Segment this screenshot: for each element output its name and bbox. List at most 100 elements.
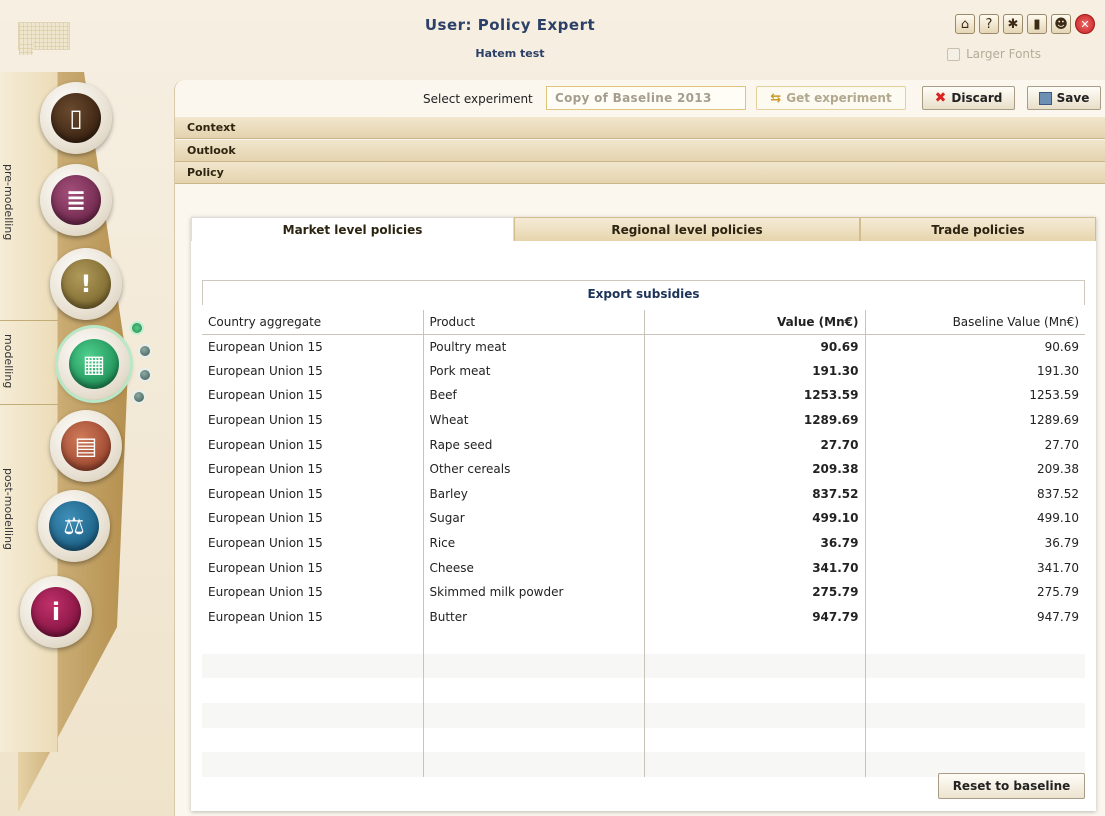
help-icon[interactable]: ?	[979, 14, 999, 34]
cell-country: European Union 15	[202, 555, 424, 580]
cell-country: European Union 15	[202, 432, 424, 457]
larger-fonts-label: Larger Fonts	[966, 47, 1041, 61]
bug-icon[interactable]: ✱	[1003, 14, 1023, 34]
cell-value[interactable]: 27.70	[644, 432, 866, 457]
save-label: Save	[1056, 91, 1090, 105]
users-icon[interactable]: ☻	[1051, 14, 1071, 34]
cell-value[interactable]: 36.79	[644, 530, 866, 556]
empty-cell	[644, 629, 866, 654]
cell-product: Rape seed	[423, 432, 645, 457]
accordion-policy[interactable]: Policy	[175, 162, 1105, 184]
discard-icon: ✖	[934, 90, 947, 106]
modelling-step-dot[interactable]	[132, 390, 146, 404]
page-title: User: Policy Expert	[424, 16, 596, 34]
table-row[interactable]: European Union 15 Rape seed 27.70 27.70	[202, 432, 1085, 457]
cell-value[interactable]: 499.10	[644, 506, 866, 531]
close-icon[interactable]: ✕	[1075, 14, 1095, 34]
cell-country: European Union 15	[202, 456, 424, 482]
get-experiment-icon: ⇆	[770, 90, 782, 106]
books-icon: ≣	[51, 175, 101, 225]
nav-clipboard-button[interactable]: ▯	[40, 82, 112, 154]
calculator-icon: ▦	[69, 339, 119, 389]
home-icon[interactable]: ⌂	[955, 14, 975, 34]
cell-baseline-value: 90.69	[1044, 339, 1079, 354]
cell-value[interactable]: 90.69	[644, 334, 866, 359]
accordion-context[interactable]: Context	[175, 117, 1105, 139]
table-row[interactable]: European Union 15 Wheat 1289.69 1289.69	[202, 407, 1085, 433]
table-row[interactable]: European Union 15 Butter 947.79 947.79	[202, 604, 1085, 630]
tab-regional-level-policies[interactable]: Regional level policies	[514, 217, 860, 241]
cell-baseline-value: 1289.69	[1029, 413, 1079, 428]
cell-baseline-value: 191.30	[1037, 363, 1079, 378]
empty-cell	[202, 702, 424, 728]
column-header-country[interactable]: Country aggregate	[202, 310, 424, 335]
column-header-baseline[interactable]: Baseline Value (Mn€)	[865, 310, 1085, 335]
cell-country: European Union 15	[202, 407, 424, 433]
empty-cell	[423, 629, 645, 654]
cell-value[interactable]: 1253.59	[644, 383, 866, 408]
cell-value[interactable]: 837.52	[644, 481, 866, 507]
tab-market-level-policies[interactable]: Market level policies	[191, 217, 514, 241]
app-logo	[18, 22, 70, 55]
workflow-nav: pre-modelling modelling post-modelling ▯…	[0, 72, 168, 816]
table-row[interactable]: European Union 15 Barley 837.52 837.52	[202, 481, 1085, 507]
cell-product: Wheat	[423, 407, 645, 433]
nav-info-button[interactable]: i	[20, 576, 92, 648]
nav-chart-button[interactable]: ▤	[50, 410, 122, 482]
larger-fonts-toggle[interactable]: Larger Fonts	[947, 47, 1041, 61]
cell-product: Rice	[423, 530, 645, 556]
save-button[interactable]: Save	[1027, 86, 1101, 110]
column-header-product[interactable]: Product	[423, 310, 645, 335]
column-header-value[interactable]: Value (Mn€)	[644, 310, 866, 335]
cell-baseline-value: 947.79	[1037, 609, 1079, 624]
plug-icon[interactable]: ▮	[1027, 14, 1047, 34]
cell-value[interactable]: 947.79	[644, 604, 866, 630]
cell-value[interactable]: 275.79	[644, 579, 866, 605]
cell-baseline-value: 27.70	[1044, 437, 1079, 452]
cell-value[interactable]: 209.38	[644, 456, 866, 482]
table-title: Export subsidies	[202, 280, 1085, 305]
cell-baseline-value: 36.79	[1044, 536, 1079, 551]
table-row[interactable]: European Union 15 Pork meat 191.30 191.30	[202, 358, 1085, 384]
cell-product: Pork meat	[423, 358, 645, 384]
cell-country: European Union 15	[202, 506, 424, 531]
larger-fonts-checkbox[interactable]	[947, 47, 961, 61]
policy-tabs-panel: Market level policies Regional level pol…	[191, 217, 1096, 811]
cell-value[interactable]: 191.30	[644, 358, 866, 384]
empty-cell	[202, 727, 424, 753]
empty-row	[202, 702, 1085, 728]
modelling-step-dot[interactable]	[138, 368, 152, 382]
experiment-field[interactable]: Copy of Baseline 2013	[546, 86, 746, 110]
main-panel: Select experiment Copy of Baseline 2013 …	[174, 80, 1105, 816]
cell-value[interactable]: 1289.69	[644, 407, 866, 433]
accordion-outlook[interactable]: Outlook	[175, 140, 1105, 162]
get-experiment-button[interactable]: ⇆ Get experiment	[756, 86, 906, 110]
empty-cell	[865, 702, 1085, 728]
cell-baseline-value: 837.52	[1037, 486, 1079, 501]
cell-product: Cheese	[423, 555, 645, 580]
cell-product: Barley	[423, 481, 645, 507]
nav-divider	[0, 320, 58, 321]
cell-value[interactable]: 341.70	[644, 555, 866, 580]
cell-product: Skimmed milk powder	[423, 579, 645, 605]
reset-to-baseline-button[interactable]: Reset to baseline	[938, 773, 1085, 799]
nav-thermometer-button[interactable]: ǃ	[50, 248, 122, 320]
table-row[interactable]: European Union 15 Beef 1253.59 1253.59	[202, 383, 1085, 408]
cell-country: European Union 15	[202, 334, 424, 359]
table-row[interactable]: European Union 15 Sugar 499.10 499.10	[202, 506, 1085, 531]
modelling-step-dot[interactable]	[138, 344, 152, 358]
modelling-step-dot[interactable]	[130, 321, 144, 335]
table-row[interactable]: European Union 15 Skimmed milk powder 275.…	[202, 579, 1085, 605]
nav-books-button[interactable]: ≣	[40, 164, 112, 236]
table-row[interactable]: European Union 15 Rice 36.79 36.79	[202, 530, 1085, 556]
tab-trade-policies[interactable]: Trade policies	[860, 217, 1096, 241]
table-row[interactable]: European Union 15 Poultry meat 90.69 90.69	[202, 334, 1085, 359]
chart-icon: ▤	[61, 421, 111, 471]
nav-scales-button[interactable]: ⚖	[38, 490, 110, 562]
discard-button[interactable]: ✖ Discard	[922, 86, 1015, 110]
empty-cell	[202, 752, 424, 777]
nav-calculator-button[interactable]: ▦	[58, 328, 130, 400]
table-row[interactable]: European Union 15 Other cereals 209.38 209.…	[202, 456, 1085, 482]
empty-cell	[202, 629, 424, 654]
table-row[interactable]: European Union 15 Cheese 341.70 341.70	[202, 555, 1085, 580]
